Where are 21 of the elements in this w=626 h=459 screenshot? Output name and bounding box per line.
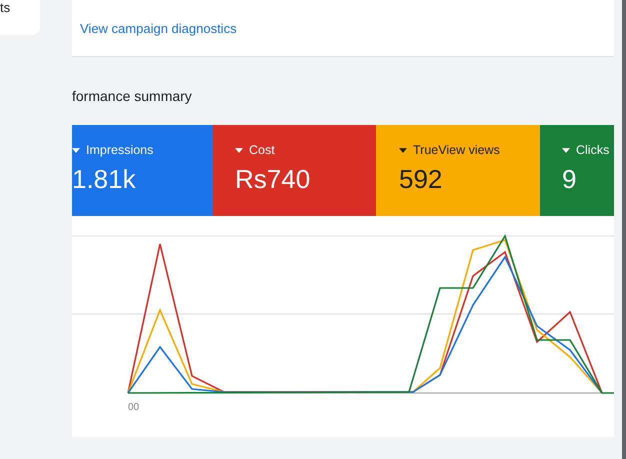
side-card-text: ts [0, 0, 10, 15]
metric-tile[interactable]: TrueView views 592 [376, 125, 540, 216]
metric-label: Cost [249, 143, 275, 157]
axis-label: 00 [128, 402, 140, 413]
metric-label: TrueView views [413, 143, 500, 157]
metric-value: 592 [399, 164, 444, 195]
campaign-diagnostics-link[interactable]: View campaign diagnostics [80, 20, 237, 36]
metric-tile[interactable]: Clicks 9 [540, 125, 614, 216]
section-title: formance summary [72, 88, 193, 106]
metric-tile[interactable]: Cost Rs740 [213, 125, 376, 216]
metric-label: Impressions [86, 143, 154, 157]
caret-icon [235, 148, 243, 152]
metric-tile[interactable]: Impressions 1.81k [72, 125, 213, 216]
caret-icon [72, 148, 80, 152]
scrollbar[interactable] [622, 0, 626, 459]
metric-value: 1.81k [72, 164, 137, 195]
metric-value: Rs740 [235, 164, 312, 195]
caret-icon [562, 148, 570, 152]
metric-label: Clicks [576, 143, 610, 157]
caret-icon [399, 148, 407, 152]
metric-value: 9 [562, 164, 578, 195]
